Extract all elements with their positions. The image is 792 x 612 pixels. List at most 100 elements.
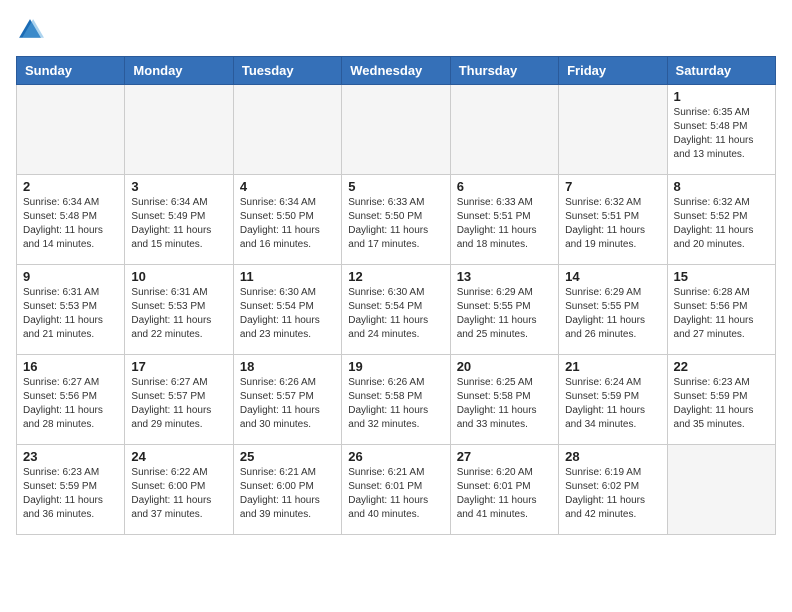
calendar-cell	[342, 85, 450, 175]
calendar-cell: 1 Sunrise: 6:35 AM Sunset: 5:48 PM Daylig…	[667, 85, 775, 175]
day-info: Sunrise: 6:30 AM Sunset: 5:54 PM Dayligh…	[240, 286, 335, 342]
weekday-header-row: SundayMondayTuesdayWednesdayThursdayFrid…	[17, 57, 776, 85]
calendar-cell: 23Sunrise: 6:23 AM Sunset: 5:59 PM Dayli…	[17, 445, 125, 535]
calendar-cell: 28Sunrise: 6:19 AM Sunset: 6:02 PM Dayli…	[559, 445, 667, 535]
calendar-cell: 27 Sunrise: 6:20 AM Sunset: 6:01 PM Dayli…	[450, 445, 558, 535]
day-info: Sunrise: 6:22 AM Sunset: 6:00 PM Dayligh…	[131, 466, 226, 522]
page-header	[16, 16, 776, 44]
weekday-sunday: Sunday	[17, 57, 125, 85]
weekday-saturday: Saturday	[667, 57, 775, 85]
calendar-cell: 2 Sunrise: 6:34 AM Sunset: 5:48 PM Daylig…	[17, 175, 125, 265]
day-number: 11	[240, 269, 335, 284]
day-number: 21	[565, 359, 660, 374]
weekday-monday: Monday	[125, 57, 233, 85]
day-number: 24	[131, 449, 226, 464]
day-info: Sunrise: 6:32 AM Sunset: 5:51 PM Dayligh…	[565, 196, 660, 252]
day-number: 12	[348, 269, 443, 284]
day-number: 8	[674, 179, 769, 194]
day-number: 20	[457, 359, 552, 374]
calendar-cell: 4 Sunrise: 6:34 AM Sunset: 5:50 PM Daylig…	[233, 175, 341, 265]
day-info: Sunrise: 6:20 AM Sunset: 6:01 PM Dayligh…	[457, 466, 552, 522]
day-number: 4	[240, 179, 335, 194]
calendar-cell	[559, 85, 667, 175]
calendar-cell	[450, 85, 558, 175]
calendar-cell: 7 Sunrise: 6:32 AM Sunset: 5:51 PM Daylig…	[559, 175, 667, 265]
calendar-cell: 19 Sunrise: 6:26 AM Sunset: 5:58 PM Dayli…	[342, 355, 450, 445]
calendar-body: 1 Sunrise: 6:35 AM Sunset: 5:48 PM Daylig…	[17, 85, 776, 535]
day-info: Sunrise: 6:29 AM Sunset: 5:55 PM Dayligh…	[565, 286, 660, 342]
calendar-cell: 6 Sunrise: 6:33 AM Sunset: 5:51 PM Daylig…	[450, 175, 558, 265]
day-info: Sunrise: 6:24 AM Sunset: 5:59 PM Dayligh…	[565, 376, 660, 432]
day-info: Sunrise: 6:29 AM Sunset: 5:55 PM Dayligh…	[457, 286, 552, 342]
day-number: 13	[457, 269, 552, 284]
calendar-cell: 25Sunrise: 6:21 AM Sunset: 6:00 PM Dayli…	[233, 445, 341, 535]
calendar-cell: 13 Sunrise: 6:29 AM Sunset: 5:55 PM Dayli…	[450, 265, 558, 355]
day-number: 10	[131, 269, 226, 284]
day-info: Sunrise: 6:23 AM Sunset: 5:59 PM Dayligh…	[674, 376, 769, 432]
logo	[16, 16, 48, 44]
day-info: Sunrise: 6:31 AM Sunset: 5:53 PM Dayligh…	[23, 286, 118, 342]
day-number: 1	[674, 89, 769, 104]
day-info: Sunrise: 6:34 AM Sunset: 5:48 PM Dayligh…	[23, 196, 118, 252]
weekday-thursday: Thursday	[450, 57, 558, 85]
calendar-cell: 22 Sunrise: 6:23 AM Sunset: 5:59 PM Dayli…	[667, 355, 775, 445]
day-number: 3	[131, 179, 226, 194]
calendar-cell: 14Sunrise: 6:29 AM Sunset: 5:55 PM Dayli…	[559, 265, 667, 355]
calendar-cell: 9 Sunrise: 6:31 AM Sunset: 5:53 PM Daylig…	[17, 265, 125, 355]
day-info: Sunrise: 6:26 AM Sunset: 5:58 PM Dayligh…	[348, 376, 443, 432]
calendar-cell: 8 Sunrise: 6:32 AM Sunset: 5:52 PM Daylig…	[667, 175, 775, 265]
calendar-cell: 16 Sunrise: 6:27 AM Sunset: 5:56 PM Dayli…	[17, 355, 125, 445]
day-number: 27	[457, 449, 552, 464]
day-info: Sunrise: 6:35 AM Sunset: 5:48 PM Dayligh…	[674, 106, 769, 162]
day-number: 5	[348, 179, 443, 194]
calendar-cell	[17, 85, 125, 175]
day-info: Sunrise: 6:31 AM Sunset: 5:53 PM Dayligh…	[131, 286, 226, 342]
weekday-wednesday: Wednesday	[342, 57, 450, 85]
day-info: Sunrise: 6:30 AM Sunset: 5:54 PM Dayligh…	[348, 286, 443, 342]
day-number: 7	[565, 179, 660, 194]
calendar-cell	[233, 85, 341, 175]
weekday-tuesday: Tuesday	[233, 57, 341, 85]
week-row-1: 2 Sunrise: 6:34 AM Sunset: 5:48 PM Daylig…	[17, 175, 776, 265]
day-info: Sunrise: 6:33 AM Sunset: 5:51 PM Dayligh…	[457, 196, 552, 252]
day-number: 9	[23, 269, 118, 284]
day-number: 26	[348, 449, 443, 464]
day-info: Sunrise: 6:26 AM Sunset: 5:57 PM Dayligh…	[240, 376, 335, 432]
day-number: 28	[565, 449, 660, 464]
day-number: 2	[23, 179, 118, 194]
calendar-cell: 15 Sunrise: 6:28 AM Sunset: 5:56 PM Dayli…	[667, 265, 775, 355]
day-info: Sunrise: 6:27 AM Sunset: 5:56 PM Dayligh…	[23, 376, 118, 432]
weekday-friday: Friday	[559, 57, 667, 85]
day-info: Sunrise: 6:28 AM Sunset: 5:56 PM Dayligh…	[674, 286, 769, 342]
day-number: 15	[674, 269, 769, 284]
calendar-cell: 11 Sunrise: 6:30 AM Sunset: 5:54 PM Dayli…	[233, 265, 341, 355]
day-number: 16	[23, 359, 118, 374]
calendar-cell: 5Sunrise: 6:33 AM Sunset: 5:50 PM Daylig…	[342, 175, 450, 265]
calendar-cell: 21 Sunrise: 6:24 AM Sunset: 5:59 PM Dayli…	[559, 355, 667, 445]
day-info: Sunrise: 6:27 AM Sunset: 5:57 PM Dayligh…	[131, 376, 226, 432]
day-info: Sunrise: 6:23 AM Sunset: 5:59 PM Dayligh…	[23, 466, 118, 522]
calendar-cell: 17Sunrise: 6:27 AM Sunset: 5:57 PM Dayli…	[125, 355, 233, 445]
day-number: 19	[348, 359, 443, 374]
logo-icon	[16, 16, 44, 44]
day-number: 18	[240, 359, 335, 374]
calendar-cell: 18 Sunrise: 6:26 AM Sunset: 5:57 PM Dayli…	[233, 355, 341, 445]
week-row-4: 23Sunrise: 6:23 AM Sunset: 5:59 PM Dayli…	[17, 445, 776, 535]
week-row-3: 16 Sunrise: 6:27 AM Sunset: 5:56 PM Dayli…	[17, 355, 776, 445]
calendar-cell: 20 Sunrise: 6:25 AM Sunset: 5:58 PM Dayli…	[450, 355, 558, 445]
week-row-0: 1 Sunrise: 6:35 AM Sunset: 5:48 PM Daylig…	[17, 85, 776, 175]
calendar-cell	[667, 445, 775, 535]
day-info: Sunrise: 6:25 AM Sunset: 5:58 PM Dayligh…	[457, 376, 552, 432]
calendar-cell: 12 Sunrise: 6:30 AM Sunset: 5:54 PM Dayli…	[342, 265, 450, 355]
week-row-2: 9 Sunrise: 6:31 AM Sunset: 5:53 PM Daylig…	[17, 265, 776, 355]
day-number: 25	[240, 449, 335, 464]
day-number: 22	[674, 359, 769, 374]
calendar-cell: 10 Sunrise: 6:31 AM Sunset: 5:53 PM Dayli…	[125, 265, 233, 355]
calendar-cell: 24 Sunrise: 6:22 AM Sunset: 6:00 PM Dayli…	[125, 445, 233, 535]
day-number: 6	[457, 179, 552, 194]
calendar-cell	[125, 85, 233, 175]
day-info: Sunrise: 6:32 AM Sunset: 5:52 PM Dayligh…	[674, 196, 769, 252]
calendar-cell: 26Sunrise: 6:21 AM Sunset: 6:01 PM Dayli…	[342, 445, 450, 535]
day-info: Sunrise: 6:34 AM Sunset: 5:50 PM Dayligh…	[240, 196, 335, 252]
calendar-table: SundayMondayTuesdayWednesdayThursdayFrid…	[16, 56, 776, 535]
